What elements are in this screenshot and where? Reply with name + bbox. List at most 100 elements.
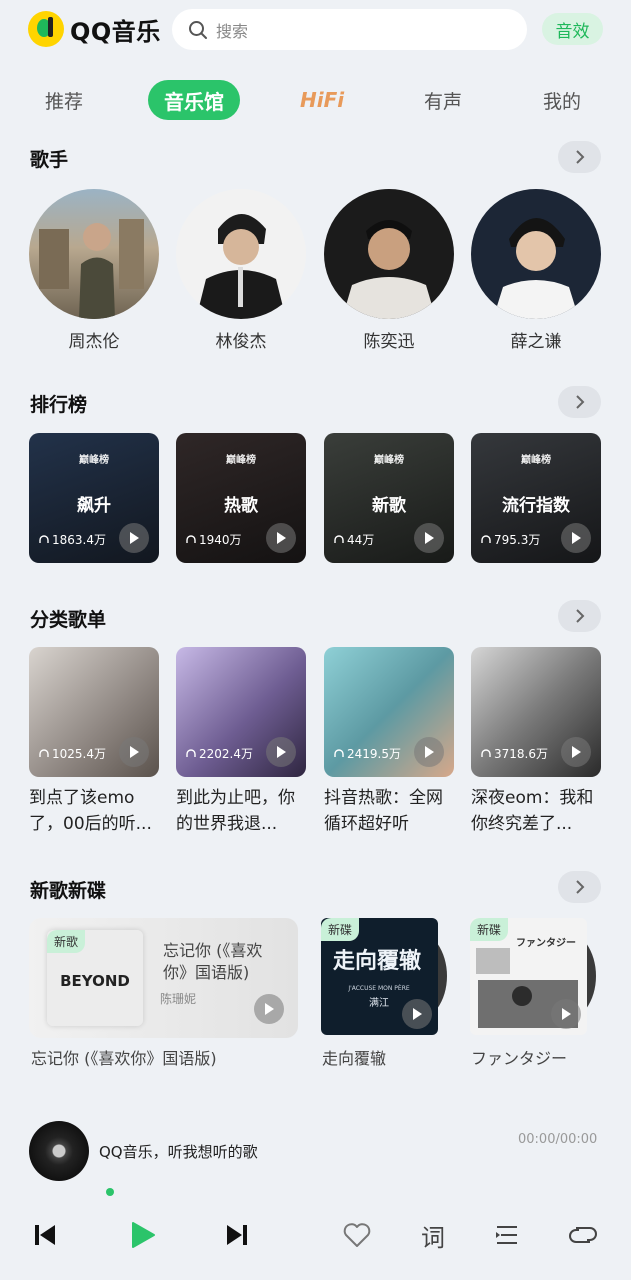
tab-hifi[interactable]: HiFi	[300, 78, 344, 122]
play-button[interactable]	[561, 523, 591, 553]
search-bar[interactable]: 搜索	[172, 9, 527, 50]
new-album-badge: 新碟	[470, 918, 509, 941]
section-title-playlists: 分类歌单	[30, 609, 107, 631]
listen-count-value: 1025.4万	[52, 747, 106, 761]
play-button[interactable]	[266, 523, 296, 553]
play-button[interactable]	[119, 737, 149, 767]
new-releases-more-button[interactable]	[558, 871, 601, 903]
queue-list-icon	[496, 1226, 517, 1244]
singer-photo	[196, 214, 286, 319]
rank-card[interactable]: 巅峰榜 热歌 1940万	[176, 433, 306, 563]
cover-subtext: J'ACCUSE MON PÈRE	[347, 984, 410, 992]
qq-music-logo-icon	[28, 11, 64, 47]
playlist-card[interactable]: 2419.5万 抖音热歌：全网循环超好听	[324, 647, 454, 837]
listen-count: 2419.5万	[334, 745, 401, 762]
playlist-cover: 2419.5万	[324, 647, 454, 777]
mini-player[interactable]: QQ音乐，听我想听的歌 00:00/00:00	[0, 1115, 631, 1185]
featured-song-caption: 忘记你 (《喜欢你》国语版)	[31, 1049, 217, 1068]
search-icon	[189, 20, 207, 39]
tab-mine[interactable]: 我的	[543, 78, 581, 122]
player-controls: 词	[0, 1210, 631, 1262]
play-icon	[130, 532, 139, 544]
singer-card[interactable]: 林俊杰	[176, 189, 306, 352]
play-button[interactable]	[266, 737, 296, 767]
play-icon	[425, 532, 434, 544]
play-icon	[265, 1003, 274, 1015]
singer-card[interactable]: 薛之谦	[471, 189, 601, 352]
singers-more-button[interactable]	[558, 141, 601, 173]
listen-count-value: 1940万	[199, 533, 242, 547]
playlist-title: 到此为止吧，你的世界我退...	[176, 788, 295, 834]
play-button[interactable]	[561, 737, 591, 767]
featured-new-song-card[interactable]: BEYOND 新歌 忘记你 (《喜欢你》国语版) 陈珊妮	[29, 918, 298, 1038]
headphone-icon	[39, 534, 49, 543]
tab-recommend[interactable]: 推荐	[45, 78, 83, 122]
singer-name: 林俊杰	[215, 332, 267, 352]
sound-effect-button[interactable]: 音效	[542, 13, 603, 45]
play-icon	[130, 746, 139, 758]
search-placeholder: 搜索	[216, 21, 249, 41]
play-pause-button[interactable]	[125, 1218, 159, 1252]
rank-card[interactable]: 巅峰榜 流行指数 795.3万	[471, 433, 601, 563]
play-icon	[277, 532, 286, 544]
play-button[interactable]	[414, 523, 444, 553]
playlist-queue-button[interactable]	[490, 1218, 524, 1252]
listen-count: 3718.6万	[481, 745, 548, 762]
singer-photo	[493, 218, 579, 319]
progress-handle[interactable]	[106, 1188, 114, 1196]
singer-avatar	[324, 189, 454, 319]
skip-next-icon	[227, 1225, 247, 1245]
rank-name: 飙升	[77, 496, 111, 516]
tab-audiobook[interactable]: 有声	[424, 78, 462, 122]
chevron-right-icon	[575, 150, 584, 164]
playlists-more-button[interactable]	[558, 600, 601, 632]
next-button[interactable]	[220, 1218, 254, 1252]
playlist-card[interactable]: 1025.4万 到点了该emo了，00后的听...	[29, 647, 159, 837]
new-song-badge: 新歌	[47, 930, 86, 953]
listen-count: 1025.4万	[39, 745, 106, 762]
section-title-ranks: 排行榜	[30, 394, 88, 416]
singer-name: 陈奕迅	[363, 332, 415, 352]
rank-card[interactable]: 巅峰榜 新歌 44万	[324, 433, 454, 563]
play-button[interactable]	[402, 999, 432, 1029]
listen-count-value: 3718.6万	[494, 747, 548, 761]
headphone-icon	[39, 748, 49, 757]
playback-time: 00:00/00:00	[518, 1132, 598, 1147]
rank-card[interactable]: 巅峰榜 飙升 1863.4万	[29, 433, 159, 563]
singer-avatar	[176, 189, 306, 319]
rank-brand-label: 巅峰榜	[226, 455, 256, 466]
app-logo: QQ音乐	[28, 11, 161, 47]
cover-artist: 满江	[369, 997, 389, 1009]
singer-card[interactable]: 周杰伦	[29, 189, 159, 352]
listen-count: 795.3万	[481, 531, 540, 548]
vinyl-record-icon	[29, 1121, 89, 1181]
headphone-icon	[334, 534, 344, 543]
headphone-icon	[186, 748, 196, 757]
playlist-card[interactable]: 3718.6万 深夜eom：我和你终究差了...	[471, 647, 601, 837]
lyrics-button[interactable]: 词	[416, 1218, 450, 1252]
ranks-more-button[interactable]	[558, 386, 601, 418]
headphone-icon	[186, 534, 196, 543]
top-tabs: 推荐 音乐馆 HiFi 有声 我的	[0, 78, 631, 122]
previous-button[interactable]	[28, 1218, 62, 1252]
playlist-card[interactable]: 2202.4万 到此为止吧，你的世界我退...	[176, 647, 306, 837]
new-album-badge: 新碟	[321, 918, 360, 941]
playlist-cover: 1025.4万	[29, 647, 159, 777]
listen-count-value: 1863.4万	[52, 533, 106, 547]
album-card[interactable]: ファンタジー 新碟	[470, 918, 600, 1036]
rank-name: 热歌	[224, 496, 258, 516]
like-button[interactable]	[340, 1218, 374, 1252]
app-header: QQ音乐 搜索 音效	[0, 0, 631, 60]
play-button[interactable]	[414, 737, 444, 767]
playlist-cover: 2202.4万	[176, 647, 306, 777]
album-card[interactable]: 走向覆辙 J'ACCUSE MON PÈRE 满江 新碟	[321, 918, 451, 1036]
singer-card[interactable]: 陈奕迅	[324, 189, 454, 352]
play-button[interactable]	[551, 999, 581, 1029]
play-button[interactable]	[254, 994, 284, 1024]
play-icon	[413, 1008, 422, 1020]
tab-music-hall[interactable]: 音乐馆	[148, 80, 240, 120]
album-caption: ファンタジー	[471, 1049, 568, 1068]
repeat-mode-button[interactable]	[566, 1218, 600, 1252]
play-button[interactable]	[119, 523, 149, 553]
rank-brand-label: 巅峰榜	[79, 455, 109, 466]
